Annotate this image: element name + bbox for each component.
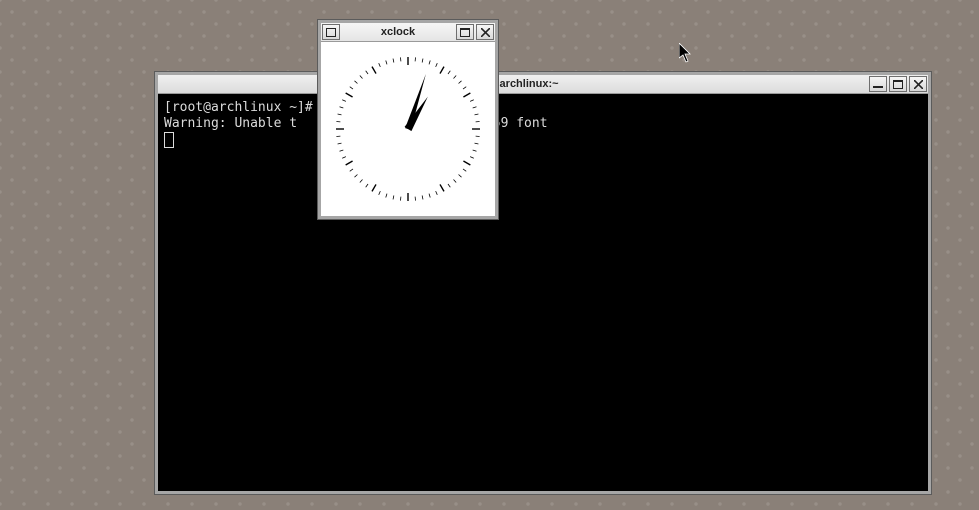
terminal-titlebar[interactable]: root@archlinux:~: [158, 75, 928, 94]
maximize-icon: [460, 28, 470, 37]
xclock-body: [321, 42, 495, 216]
window-menu-button[interactable]: [322, 24, 340, 40]
analog-clock: [328, 49, 488, 209]
close-icon: [481, 28, 490, 37]
minimize-button[interactable]: [869, 76, 887, 92]
maximize-button[interactable]: [889, 76, 907, 92]
terminal-cursor: [164, 132, 174, 148]
desktop: root@archlinux:~ [root@archlinux ~]# xcl…: [0, 0, 979, 510]
xclock-title: xclock: [341, 23, 455, 41]
terminal-title: root@archlinux:~: [158, 75, 868, 93]
terminal-window[interactable]: root@archlinux:~ [root@archlinux ~]# xcl…: [155, 72, 931, 494]
xclock-maximize-button[interactable]: [456, 24, 474, 40]
xclock-close-button[interactable]: [476, 24, 494, 40]
mouse-cursor: [679, 43, 693, 63]
terminal-body[interactable]: [root@archlinux ~]# xclock & Warning: Un…: [158, 94, 928, 491]
xclock-titlebar[interactable]: xclock: [321, 23, 495, 42]
close-button[interactable]: [909, 76, 927, 92]
window-menu-icon: [326, 28, 336, 37]
close-icon: [914, 80, 923, 89]
maximize-icon: [893, 80, 903, 89]
minimize-icon: [873, 80, 883, 88]
xclock-window[interactable]: xclock: [318, 20, 498, 219]
terminal-line-2-left: Warning: Unable t: [164, 116, 297, 131]
